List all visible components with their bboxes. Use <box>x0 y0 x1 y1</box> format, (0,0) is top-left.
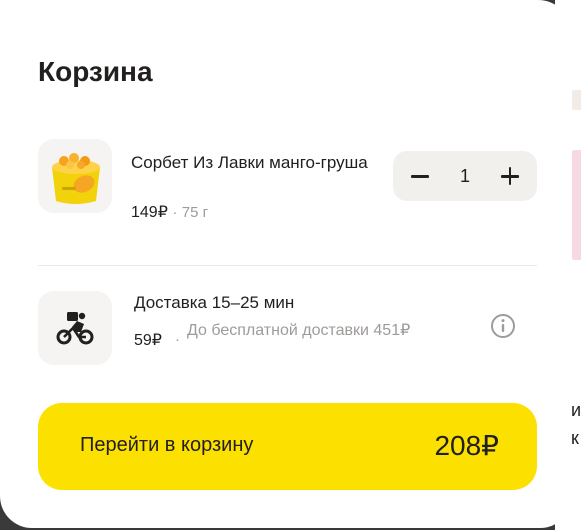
product-weight: 75 г <box>181 204 209 221</box>
price-separator: · <box>172 204 178 221</box>
sorbet-cup-image <box>52 153 100 204</box>
delivery-price: 59₽ <box>134 332 162 349</box>
courier-bike-icon <box>56 312 94 345</box>
product-image[interactable] <box>38 139 112 213</box>
divider <box>38 265 537 266</box>
cart-total: 208₽ <box>434 430 499 461</box>
decrease-quantity-button[interactable] <box>395 151 445 201</box>
quantity-value: 1 <box>459 166 470 186</box>
delivery-title: Доставка 15–25 мин <box>134 293 295 312</box>
delivery-separator: · <box>175 331 180 348</box>
quantity-stepper: 1 <box>393 151 537 201</box>
product-name[interactable]: Сорбет Из Лавки манго-груша <box>131 152 371 174</box>
go-to-cart-button[interactable]: Перейти в корзину 208₽ <box>38 403 537 490</box>
increase-quantity-button[interactable] <box>485 151 535 201</box>
delivery-icon-tile <box>38 291 112 365</box>
background-text: и <box>571 400 581 420</box>
info-icon[interactable] <box>490 313 516 339</box>
product-price: 149₽ <box>131 204 168 221</box>
background-text: к <box>571 428 579 448</box>
free-delivery-note: До бесплатной доставки 451₽ <box>187 322 411 339</box>
go-to-cart-label: Перейти в корзину <box>80 434 254 456</box>
cart-title: Корзина <box>38 56 153 87</box>
cart-panel: Корзина Сорбет Из Лавки манго-груша 149₽… <box>0 0 572 528</box>
product-price-row: 149₽ · 75 г <box>131 202 208 222</box>
